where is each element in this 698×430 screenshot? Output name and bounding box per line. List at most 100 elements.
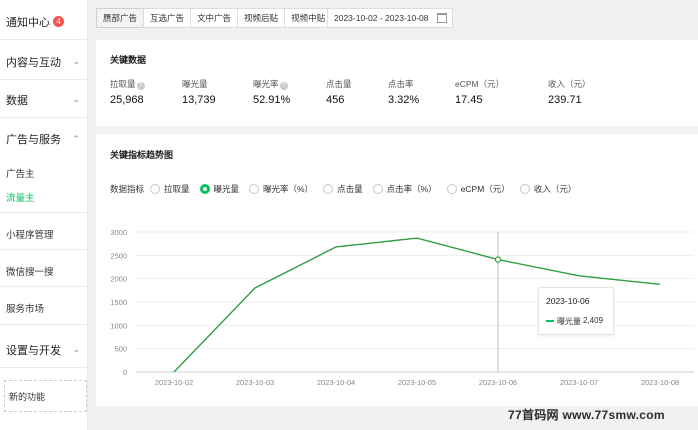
metric-value: 25,968: [110, 94, 144, 106]
y-tick-label: 2500: [110, 251, 127, 260]
chevron-down-icon: ⌄: [72, 56, 80, 66]
x-tick-label: 2023-10-08: [641, 378, 679, 387]
radio-label: 曝光量: [213, 184, 240, 194]
sidebar-item-market[interactable]: 服务市场: [6, 301, 44, 315]
sidebar-group-settings[interactable]: 设置与开发 ⌄: [0, 332, 88, 368]
radio-checked-icon: [199, 184, 210, 194]
y-tick-label: 1000: [110, 321, 127, 330]
radio-label: 拉取量: [164, 184, 190, 194]
x-tick-label: 2023-10-05: [398, 378, 436, 387]
radio-label: 点击率（%）: [386, 184, 437, 194]
metric-label: 曝光率: [253, 79, 279, 89]
metric-value: 456: [326, 94, 345, 106]
radio-label: eCPM（元）: [460, 184, 510, 194]
help-icon[interactable]: ?: [136, 82, 145, 90]
sidebar-group-ads[interactable]: 广告与服务 ⌃: [0, 121, 88, 157]
metric-value: 17.45: [455, 94, 483, 106]
x-tick-label: 2023-10-06: [479, 378, 517, 387]
help-icon[interactable]: ?: [279, 82, 288, 90]
chevron-down-icon: ⌄: [72, 344, 80, 354]
ad-type-tabs: 赝部广告 互选广告 文中广告 视频后贴 视频中贴: [96, 8, 333, 28]
sidebar-item-advertiser[interactable]: 广告主: [6, 166, 35, 180]
radio-icon: [150, 184, 161, 194]
tooltip-value: 2,409: [583, 316, 604, 325]
new-function-label: 新的功能: [9, 391, 46, 402]
x-tick-label: 2023-10-03: [236, 378, 274, 387]
metric-revenue: 收入（元） 239.71: [548, 78, 591, 106]
date-range-value: 2023-10-02 - 2023-10-08: [334, 13, 429, 23]
radio-icon: [323, 184, 334, 194]
metric-label: 收入（元）: [548, 79, 591, 89]
radio-exposure[interactable]: 曝光量: [199, 183, 240, 195]
new-function-box[interactable]: 新的功能: [4, 380, 87, 412]
radio-label: 曝光率（%）: [263, 184, 314, 194]
divider: [0, 324, 88, 325]
chevron-down-icon: ⌄: [72, 94, 80, 104]
metric-label: 拉取量: [110, 79, 136, 89]
x-tick-label: 2023-10-04: [317, 378, 355, 387]
divider: [0, 212, 88, 213]
radio-revenue[interactable]: 收入（元）: [519, 183, 577, 195]
calendar-icon: [437, 13, 447, 23]
radio-label: 点击量: [337, 184, 363, 194]
sidebar-item-label: 通知中心: [6, 16, 50, 29]
metric-clicks: 点击量 456: [326, 78, 352, 106]
metric-exposure-rate: 曝光率? 52.91%: [253, 78, 290, 106]
metric-exposure: 曝光量 13,739: [182, 78, 216, 106]
radio-clicks[interactable]: 点击量: [323, 183, 363, 195]
metric-label: eCPM（元）: [455, 79, 505, 89]
sidebar-group-label: 数据: [6, 94, 28, 107]
metric-label: 曝光量: [182, 79, 208, 89]
trend-title: 关键指标趋势图: [110, 150, 174, 160]
highlight-point: [494, 256, 502, 263]
key-data-title: 关键数据: [110, 55, 147, 65]
metric-ctr: 点击率 3.32%: [388, 78, 419, 106]
sidebar: 通知中心 4 内容与互动 ⌄ 数据 ⌄ 广告与服务 ⌃ 广告主 流量主 小程序管…: [0, 0, 88, 430]
tooltip-series-marker: [546, 320, 554, 322]
divider: [0, 286, 88, 287]
sidebar-item-miniprogram[interactable]: 小程序管理: [6, 227, 54, 241]
y-tick-label: 500: [114, 345, 127, 354]
sidebar-item-notifications[interactable]: 通知中心 4: [0, 4, 88, 40]
tab-video-post[interactable]: 视频后贴: [237, 8, 286, 28]
sidebar-group-data[interactable]: 数据 ⌄: [0, 82, 88, 118]
sidebar-group-label: 广告与服务: [6, 134, 61, 146]
metric-selector-label: 数据指标: [110, 184, 145, 194]
y-tick-label: 3000: [110, 228, 127, 237]
sidebar-item-publisher[interactable]: 流量主: [6, 190, 35, 204]
metric-value: 239.71: [548, 94, 582, 106]
sidebar-item-search[interactable]: 微信搜一搜: [6, 264, 54, 278]
tab-mutual-ads[interactable]: 互选广告: [143, 8, 192, 28]
tab-video-mid[interactable]: 视频中贴: [284, 8, 333, 28]
radio-label: 收入（元）: [533, 184, 577, 194]
x-tick-label: 2023-10-07: [560, 378, 598, 387]
watermark-text: 77首码网 www.77smw.com: [508, 408, 665, 422]
radio-exposure-rate[interactable]: 曝光率（%）: [249, 183, 313, 195]
radio-fetch[interactable]: 拉取量: [150, 183, 190, 195]
sidebar-group-content[interactable]: 内容与互动 ⌄: [0, 44, 88, 80]
tooltip-date: 2023-10-06: [546, 296, 590, 306]
radio-icon: [249, 184, 260, 194]
radio-ecpm[interactable]: eCPM（元）: [446, 183, 510, 195]
y-tick-label: 2000: [110, 275, 127, 284]
tab-inline-ads[interactable]: 文中广告: [190, 8, 239, 28]
radio-icon: [446, 184, 457, 194]
metric-label: 点击量: [326, 79, 352, 89]
metric-value: 52.91%: [253, 94, 291, 106]
sidebar-group-label: 设置与开发: [6, 344, 61, 357]
radio-icon: [372, 184, 383, 194]
chevron-up-icon: ⌃: [72, 133, 80, 144]
sidebar-group-label: 内容与互动: [6, 56, 61, 69]
metric-fetch: 拉取量? 25,968: [110, 78, 145, 106]
y-tick-label: 1500: [110, 298, 127, 307]
date-range-picker[interactable]: 2023-10-02 - 2023-10-08: [327, 8, 453, 28]
metric-selector: 数据指标 拉取量 曝光量 曝光率（%） 点击量 点击率（%） eCPM（元） 收…: [110, 183, 586, 195]
chart-tooltip: 2023-10-06 曝光量 2,409: [538, 287, 614, 335]
metric-ecpm: eCPM（元） 17.45: [455, 78, 504, 106]
metric-value: 13,739: [182, 94, 216, 106]
x-tick-label: 2023-10-02: [155, 378, 193, 387]
metric-value: 3.32%: [388, 94, 420, 106]
radio-ctr[interactable]: 点击率（%）: [372, 183, 437, 195]
y-tick-label: 0: [123, 368, 127, 377]
tab-all-ads[interactable]: 赝部广告: [96, 8, 145, 28]
